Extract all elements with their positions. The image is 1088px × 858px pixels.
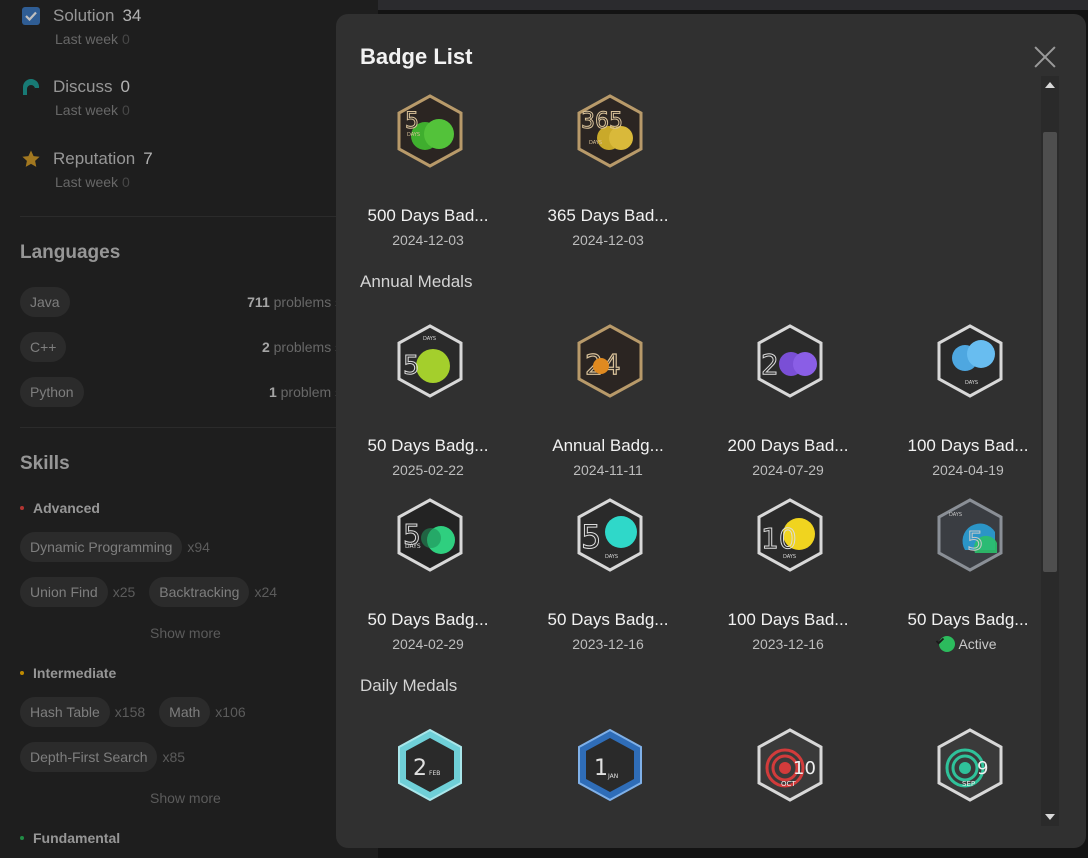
svg-text:9: 9 <box>977 758 988 779</box>
200-days-badge-icon: 2 <box>757 324 823 398</box>
svg-text:10: 10 <box>761 522 797 555</box>
svg-text:5: 5 <box>967 527 984 557</box>
svg-text:DAYS: DAYS <box>407 132 420 138</box>
badge-list-modal: Badge List 5 DAYS 500 Days Bad... 2024-1… <box>336 14 1086 848</box>
svg-text:DAYS: DAYS <box>965 380 978 386</box>
svg-text:2: 2 <box>761 348 779 381</box>
365-days-badge-icon: 365 DAYS <box>577 94 643 168</box>
50-days-badge-icon: 5 DAYS <box>937 498 1003 572</box>
svg-text:365: 365 <box>581 109 623 134</box>
scroll-down-arrow-icon[interactable] <box>1045 814 1055 820</box>
badge-scroll-area[interactable]: 5 DAYS 500 Days Bad... 2024-12-03 365 DA… <box>336 84 1041 848</box>
badge-item[interactable]: 5 DAYS 50 Days Badg... Active <box>878 498 1058 652</box>
svg-text:DAYS: DAYS <box>405 543 421 550</box>
badge-status: Active <box>878 636 1058 655</box>
badge-date: 2024-04-19 <box>932 462 1004 478</box>
check-circle-icon <box>935 636 956 652</box>
badge-date: 2024-02-29 <box>392 636 464 652</box>
scrollbar[interactable] <box>1041 76 1059 826</box>
modal-title: Badge List <box>360 44 473 69</box>
svg-text:1: 1 <box>594 756 608 781</box>
active-status: Active <box>935 636 997 652</box>
daily-jan-badge-icon: 1 JAN <box>578 728 642 802</box>
daily-badge-item[interactable]: 10 OCT <box>698 728 878 848</box>
badge-date: 2025-02-22 <box>392 462 464 478</box>
daily-badge-item[interactable]: 9 SEP <box>878 728 1058 848</box>
50-days-badge-icon: 5 DAYS <box>397 324 463 398</box>
badge-name: 50 Days Badg... <box>547 610 669 629</box>
svg-text:DAYS: DAYS <box>783 554 796 560</box>
badge-item[interactable]: 5 DAYS 50 Days Badg... 2023-12-16 <box>518 498 698 652</box>
daily-oct-badge-icon: 10 OCT <box>757 728 823 802</box>
badge-name: 50 Days Badg... <box>907 610 1029 629</box>
daily-badge-item[interactable]: 2 FEB <box>338 728 518 848</box>
svg-text:5: 5 <box>581 518 601 556</box>
svg-text:DAYS: DAYS <box>589 140 602 146</box>
annual-medals-title: Annual Medals <box>360 272 473 291</box>
close-icon[interactable] <box>1033 45 1057 69</box>
badge-name: 100 Days Bad... <box>907 436 1029 455</box>
badge-name: 50 Days Badg... <box>367 610 489 629</box>
badge-item[interactable]: 5 DAYS 50 Days Badg... 2025-02-22 <box>338 324 518 478</box>
badge-name: 365 Days Bad... <box>547 206 669 225</box>
daily-feb-badge-icon: 2 FEB <box>398 728 462 802</box>
svg-text:OCT: OCT <box>781 780 796 788</box>
badge-date: 2024-12-03 <box>572 232 644 248</box>
svg-text:SEP: SEP <box>962 780 975 788</box>
badge-item[interactable]: 10 DAYS 100 Days Bad... 2023-12-16 <box>698 498 878 652</box>
scroll-up-arrow-icon[interactable] <box>1045 82 1055 88</box>
svg-text:10: 10 <box>793 758 816 779</box>
badge-item[interactable]: 24 Annual Badg... 2024-11-11 <box>518 324 698 478</box>
badge-date: 2024-12-03 <box>392 232 464 248</box>
badge-name: 100 Days Bad... <box>727 610 849 629</box>
badge-date: 2024-11-11 <box>573 462 643 478</box>
daily-badge-item[interactable]: 1 JAN <box>518 728 698 848</box>
badge-name: 500 Days Bad... <box>367 206 489 225</box>
daily-sep-badge-icon: 9 SEP <box>937 728 1003 802</box>
svg-text:FEB: FEB <box>429 770 440 777</box>
badge-date: 2023-12-16 <box>572 636 644 652</box>
50-days-badge-icon: 5 DAYS <box>397 498 463 572</box>
100-days-badge-icon: 10 DAYS <box>757 498 823 572</box>
badge-name: Annual Badg... <box>552 436 664 455</box>
svg-text:DAYS: DAYS <box>423 336 436 342</box>
svg-text:2: 2 <box>413 756 427 781</box>
badge-item[interactable]: 5 DAYS 500 Days Bad... 2024-12-03 <box>338 94 518 248</box>
100-days-badge-icon: DAYS <box>937 324 1003 398</box>
scrollbar-thumb[interactable] <box>1043 132 1057 572</box>
badge-item[interactable]: 2 200 Days Bad... 2024-07-29 <box>698 324 878 478</box>
500-days-badge-icon: 5 DAYS <box>397 94 463 168</box>
badge-name: 200 Days Bad... <box>727 436 849 455</box>
badge-item[interactable]: 5 DAYS 50 Days Badg... 2024-02-29 <box>338 498 518 652</box>
badge-item[interactable]: DAYS 100 Days Bad... 2024-04-19 <box>878 324 1058 478</box>
svg-text:JAN: JAN <box>607 773 618 780</box>
daily-medals-title: Daily Medals <box>360 676 458 695</box>
badge-name: 50 Days Badg... <box>367 436 489 455</box>
badge-date: 2024-07-29 <box>752 462 824 478</box>
svg-text:5: 5 <box>403 351 420 381</box>
svg-text:5: 5 <box>405 109 419 134</box>
svg-text:DAYS: DAYS <box>605 554 618 560</box>
badge-date: 2023-12-16 <box>752 636 824 652</box>
svg-text:DAYS: DAYS <box>949 512 962 518</box>
badge-item[interactable]: 365 DAYS 365 Days Bad... 2024-12-03 <box>518 94 698 248</box>
50-days-badge-icon: 5 DAYS <box>577 498 643 572</box>
annual-badge-icon: 24 <box>577 324 643 398</box>
